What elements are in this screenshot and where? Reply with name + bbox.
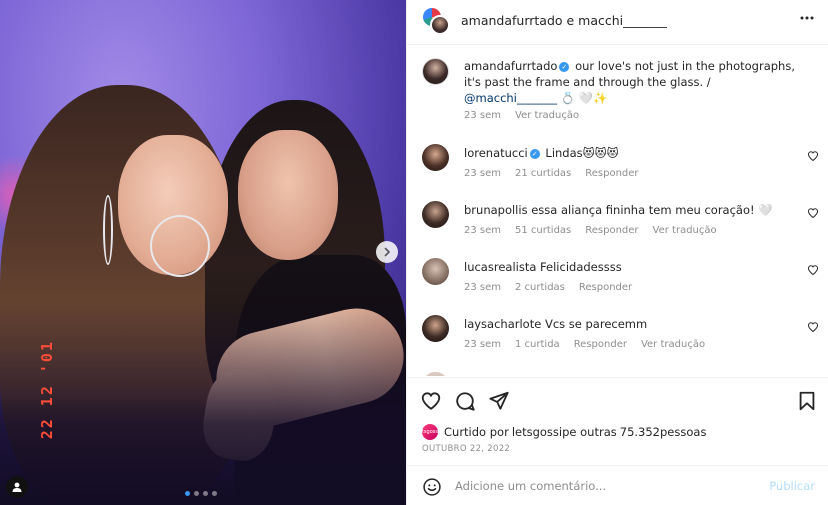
- heart-icon[interactable]: [807, 264, 819, 276]
- comment-username[interactable]: brunapollis: [464, 203, 528, 217]
- comment-body: Lindas😻😻😻: [541, 146, 619, 160]
- verified-badge-icon: ✓: [559, 62, 570, 72]
- likes-user[interactable]: letsgossip: [512, 425, 570, 439]
- reply-button[interactable]: Responder: [574, 339, 627, 350]
- comment-likes[interactable]: 51 curtidas: [515, 225, 571, 236]
- comment-likes[interactable]: 21 curtidas: [515, 168, 571, 179]
- post-header: amandafurrtado e macchi_______: [407, 0, 828, 45]
- like-heart-icon[interactable]: [420, 390, 442, 412]
- heart-icon[interactable]: [807, 150, 819, 162]
- comments-list[interactable]: amandafurrtado ✓ our love's not just in t…: [407, 46, 828, 376]
- comment-time[interactable]: 23 sem: [464, 168, 501, 179]
- comment-meta: 23 sem 2 curtidas Responder: [464, 282, 632, 293]
- comment-likes[interactable]: 2 curtidas: [515, 282, 565, 293]
- comment-username[interactable]: laysacharlote: [464, 317, 541, 331]
- carousel-dot: [194, 491, 199, 496]
- heart-icon[interactable]: [807, 321, 819, 333]
- collab-avatars[interactable]: [421, 6, 451, 36]
- likes-prefix: Curtido por: [444, 425, 509, 439]
- comment-username[interactable]: lorenatucci: [464, 146, 528, 160]
- likes-summary: letsgossip Curtido por letsgossip e outr…: [417, 424, 706, 440]
- caption-username[interactable]: amandafurrtado: [464, 59, 557, 73]
- chevron-right-icon: [384, 247, 390, 257]
- likes-people[interactable]: pessoas: [660, 425, 706, 439]
- person-right-face: [238, 130, 338, 260]
- likes-suffix: e outras: [569, 425, 617, 439]
- avatar[interactable]: [422, 258, 449, 285]
- comment-text: lorenatucci ✓ Lindas😻😻😻: [464, 145, 799, 161]
- post-photo[interactable]: 22 12 '01: [0, 0, 406, 505]
- see-translation-link[interactable]: Ver tradução: [653, 225, 717, 236]
- avatar[interactable]: [422, 372, 449, 376]
- see-translation-link[interactable]: Ver tradução: [641, 339, 705, 350]
- more-horizontal-icon: [800, 16, 814, 20]
- comment-likes[interactable]: 1 curtida: [515, 339, 560, 350]
- post-actions: [407, 377, 828, 422]
- carousel-dot: [212, 491, 217, 496]
- share-send-icon[interactable]: [488, 390, 510, 412]
- comment-bubble-icon[interactable]: [454, 390, 476, 412]
- avatar: [430, 15, 450, 35]
- see-translation-link[interactable]: Ver tradução: [515, 110, 579, 121]
- comment-time[interactable]: 23 sem: [464, 225, 501, 236]
- publish-button[interactable]: Publicar: [769, 479, 815, 493]
- caption-emoji: 💍 🤍✨: [557, 91, 608, 105]
- avatar[interactable]: [422, 201, 449, 228]
- more-options-button[interactable]: [799, 10, 815, 30]
- comment-text: lucasrealista Felicidadessss: [464, 259, 799, 275]
- comment-time[interactable]: 23 sem: [464, 282, 501, 293]
- caption-text: amandafurrtado ✓ our love's not just in t…: [464, 58, 799, 106]
- post-date[interactable]: OUTUBRO 22, 2022: [422, 444, 510, 454]
- photo-shadow: [0, 300, 406, 505]
- reply-button[interactable]: Responder: [579, 282, 632, 293]
- carousel-dot-active: [185, 491, 190, 496]
- comment-meta: 23 sem 1 curtida Responder Ver tradução: [464, 339, 705, 350]
- bookmark-icon[interactable]: [796, 390, 818, 412]
- tagged-users-button[interactable]: [6, 476, 28, 498]
- comment-username[interactable]: lucasrealista: [464, 260, 536, 274]
- caption-mention[interactable]: @macchi_______: [464, 91, 557, 105]
- avatar[interactable]: [422, 58, 449, 85]
- post-side-panel: amandafurrtado e macchi_______ amandafur…: [406, 0, 828, 505]
- caption-time[interactable]: 23 sem: [464, 110, 501, 121]
- comment-text: laysacharlote Vcs se parecemm: [464, 316, 799, 332]
- carousel-next-button[interactable]: [376, 241, 398, 263]
- verified-badge-icon: ✓: [529, 149, 540, 159]
- user-icon: [12, 482, 22, 492]
- comment-meta: 23 sem 51 curtidas Responder Ver traduçã…: [464, 225, 717, 236]
- avatar[interactable]: [422, 144, 449, 171]
- comment-body: Vcs se parecemm: [541, 317, 648, 331]
- post-authors[interactable]: amandafurrtado e macchi_______: [461, 13, 667, 28]
- avatar[interactable]: [422, 315, 449, 342]
- comment-text: brunapollis essa aliança fininha tem meu…: [464, 202, 799, 218]
- comment-time[interactable]: 23 sem: [464, 339, 501, 350]
- hoop-earring: [150, 215, 210, 277]
- emoji-icon[interactable]: [422, 477, 442, 497]
- avatar[interactable]: letsgossip: [417, 424, 443, 440]
- comment-meta: 23 sem 21 curtidas Responder: [464, 168, 639, 179]
- comment-input[interactable]: [455, 476, 755, 496]
- caption-meta: 23 sem Ver tradução: [464, 110, 579, 121]
- comment-body: essa aliança fininha tem meu coração! 🤍: [527, 203, 773, 217]
- comment-body: Felicidadessss: [536, 260, 622, 274]
- heart-icon[interactable]: [807, 207, 819, 219]
- reply-button[interactable]: Responder: [585, 168, 638, 179]
- add-comment-bar: Publicar: [407, 465, 828, 505]
- photo-datestamp: 22 12 '01: [38, 340, 56, 440]
- hoop-earring-side: [103, 195, 113, 265]
- reply-button[interactable]: Responder: [585, 225, 638, 236]
- carousel-dots: [185, 491, 217, 496]
- likes-count[interactable]: 75.352: [620, 425, 660, 439]
- carousel-dot: [203, 491, 208, 496]
